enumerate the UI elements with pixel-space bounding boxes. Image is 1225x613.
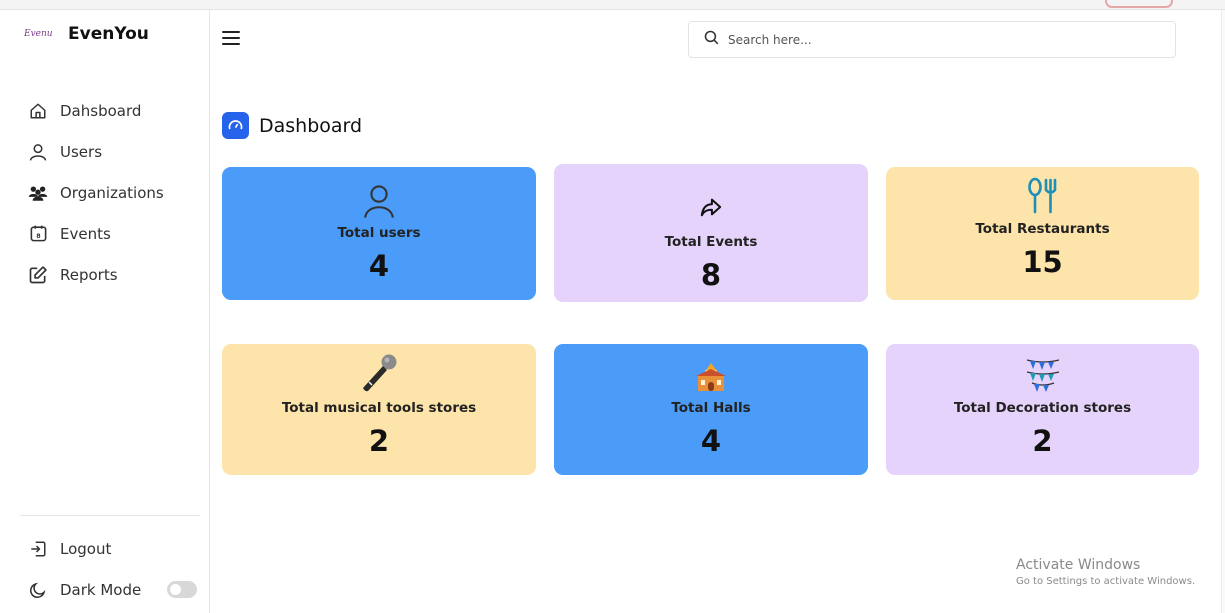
stat-card-total-musical-tools-stores[interactable]: Total musical tools stores 2 [222,344,536,475]
watermark-line2: Go to Settings to activate Windows. [1016,576,1196,587]
calendar-icon: 8 [28,224,48,244]
sidebar-item-organizations[interactable]: Organizations [28,172,164,213]
search-icon [703,29,720,50]
svg-text:8: 8 [36,233,41,240]
utensils-icon [1025,175,1061,215]
hamburger-line [222,31,240,33]
sidebar-item-users[interactable]: Users [28,131,164,172]
user-icon [28,142,48,162]
moon-icon [28,580,48,600]
user-outline-icon [362,179,396,219]
sidebar-item-label: Users [60,142,103,161]
scrollbar-edge[interactable] [1221,10,1225,613]
logout-button[interactable]: Logout [28,528,197,569]
page-title: Dashboard [222,112,362,139]
card-value: 15 [1022,245,1063,279]
hall-icon [694,354,728,394]
edit-icon [28,265,48,285]
brand[interactable]: Evenu EvenYou [24,24,149,44]
hamburger-line [222,37,240,39]
dark-mode-toggle[interactable] [167,581,198,598]
card-label: Total users [337,225,421,241]
hamburger-line [222,43,240,45]
logout-icon [28,539,48,559]
microphone-icon [359,354,399,394]
card-label: Total musical tools stores [281,400,477,416]
sidebar-nav: Dahsboard Users Organizations 8 Events R… [28,90,164,295]
browser-top-strip [0,0,1225,10]
sidebar-item-label: Dahsboard [60,101,142,120]
card-label: Total Halls [671,400,751,416]
sidebar-item-dashboard[interactable]: Dahsboard [28,90,164,131]
sidebar-item-label: Events [60,224,111,243]
page-title-text: Dashboard [259,114,363,137]
logout-label: Logout [60,539,112,558]
dark-mode-row: Dark Mode [28,569,198,610]
group-icon [28,183,48,203]
dark-mode-label: Dark Mode [60,580,142,599]
sidebar-item-label: Organizations [60,183,164,202]
browser-tab-hint [1105,0,1173,8]
bunting-icon [1024,354,1062,394]
stat-card-total-users[interactable]: Total users 4 [222,167,536,300]
card-label: Total Events [664,234,758,250]
stat-card-total-restaurants[interactable]: Total Restaurants 15 [886,167,1199,300]
menu-toggle-button[interactable] [222,31,240,45]
stat-card-total-halls[interactable]: Total Halls 4 [554,344,868,475]
card-value: 2 [368,424,390,458]
card-label: Total Decoration stores [953,400,1132,416]
card-value: 8 [700,258,722,292]
sidebar-item-label: Reports [60,265,118,284]
stat-card-total-events[interactable]: Total Events 8 [554,164,868,302]
sidebar-divider [20,515,200,516]
sidebar-item-events[interactable]: 8 Events [28,213,164,254]
brand-logo: Evenu [24,29,53,39]
activate-windows-watermark: Activate Windows Go to Settings to activ… [1016,557,1195,587]
search-input[interactable] [728,32,1148,47]
dashboard-gauge-icon [222,112,249,139]
stat-card-total-decoration-stores[interactable]: Total Decoration stores 2 [886,344,1199,475]
share-arrow-icon [700,178,722,218]
sidebar-item-reports[interactable]: Reports [28,254,164,295]
card-value: 4 [700,424,722,458]
search-bar [688,21,1176,58]
sidebar: Evenu EvenYou Dahsboard Users Organizati… [0,10,210,613]
card-value: 2 [1032,424,1053,458]
card-label: Total Restaurants [975,221,1110,237]
watermark-line1: Activate Windows [1016,557,1141,573]
card-value: 4 [368,249,390,283]
brand-name: EvenYou [68,24,149,44]
sidebar-bottom-nav: Logout Dark Mode [28,528,198,610]
home-icon [28,101,48,121]
